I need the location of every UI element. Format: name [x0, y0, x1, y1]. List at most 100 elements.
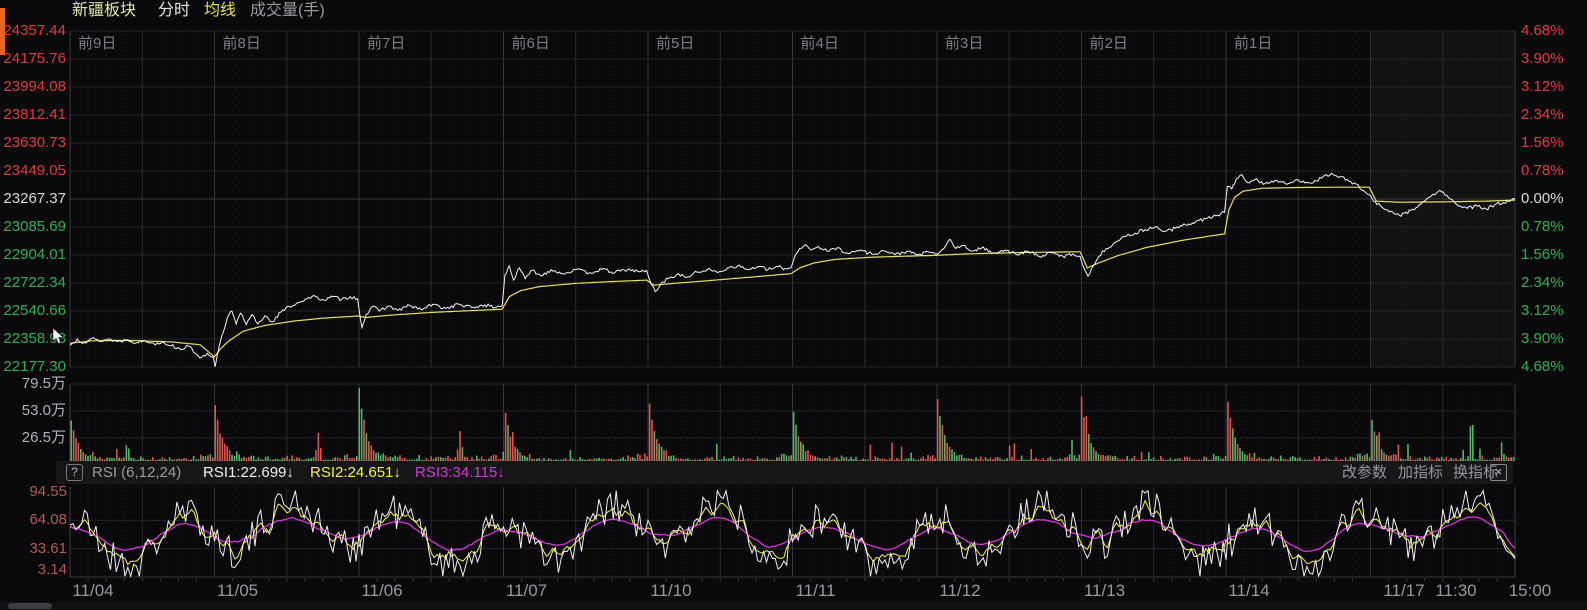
time-label: 15:00 — [1498, 582, 1562, 600]
volume-bar — [368, 441, 370, 461]
time-label: 11:30 — [1424, 582, 1488, 600]
volume-bar — [1069, 454, 1071, 461]
volume-bar — [363, 420, 365, 461]
help-icon[interactable]: ? — [66, 464, 83, 481]
rsi2-value: RSI2:24.651↓ — [310, 464, 401, 481]
pct-axis-label: 3.90% — [1521, 331, 1564, 347]
volume-bar — [1227, 402, 1229, 461]
volume-bar — [1470, 426, 1472, 461]
volume-bar — [946, 443, 948, 461]
volume-bar — [805, 451, 807, 461]
volume-bar — [1088, 434, 1090, 461]
date-label: 11/12 — [928, 582, 992, 600]
edit-params-button[interactable]: 改参数 — [1342, 464, 1387, 481]
volume-bar — [1366, 454, 1368, 461]
volume-bar — [1378, 432, 1380, 461]
volume-bar — [1081, 396, 1083, 461]
chart-canvas[interactable] — [0, 0, 1587, 610]
volume-bar — [529, 454, 531, 461]
volume-bar — [1086, 416, 1088, 461]
volume-bar — [1371, 420, 1373, 461]
date-label: 11/14 — [1217, 582, 1281, 600]
pct-axis-label: 3.90% — [1521, 51, 1564, 67]
volume-bar — [519, 452, 521, 461]
volume-bar — [1014, 444, 1016, 462]
volume-bar — [73, 430, 75, 461]
volume-bar — [128, 449, 130, 462]
rsi1-value: RSI1:22.699↓ — [203, 464, 294, 481]
pct-axis-label: 2.34% — [1521, 275, 1564, 291]
volume-bar — [1093, 447, 1095, 461]
date-label: 11/05 — [206, 582, 270, 600]
price-axis-label: 23085.69 — [0, 219, 66, 235]
day-label: 前7日 — [367, 36, 405, 52]
volume-bar — [1513, 457, 1515, 461]
volume-bar — [663, 450, 665, 461]
volume-bar — [1148, 452, 1150, 461]
volume-bar — [951, 449, 953, 461]
volume-axis-label: 79.5万 — [0, 376, 66, 392]
volume-bar — [937, 399, 939, 461]
volume-bar — [666, 450, 668, 461]
price-axis-label: 24357.44 — [0, 23, 66, 39]
volume-bar — [570, 450, 572, 461]
day-label: 前6日 — [512, 36, 550, 52]
volume-bar — [1230, 418, 1232, 461]
volume-bar — [1393, 454, 1395, 461]
close-icon[interactable]: × — [1490, 464, 1507, 481]
volume-bar — [1383, 452, 1385, 461]
volume-bar — [1503, 454, 1505, 461]
date-label: 11/06 — [350, 582, 414, 600]
pct-axis-label: 1.56% — [1521, 247, 1564, 263]
volume-bar — [517, 449, 519, 461]
volume-bar — [1237, 444, 1239, 461]
volume-bar — [366, 433, 368, 461]
pct-axis-label: 0.78% — [1521, 219, 1564, 235]
volume-bar — [1407, 444, 1409, 461]
volume-bar — [361, 409, 363, 461]
pct-axis-label: 3.12% — [1521, 303, 1564, 319]
volume-bar — [656, 439, 658, 461]
stock-chart-window: 新疆板块 分时 均线 成交量(手) 24357.4424175.7623994.… — [0, 0, 1587, 610]
volume-bar — [82, 452, 84, 461]
volume-bar — [1239, 448, 1241, 461]
horizontal-scrollbar[interactable] — [0, 602, 1587, 610]
volume-bar — [1359, 454, 1361, 462]
volume-bar — [1254, 453, 1256, 461]
volume-bar — [1501, 442, 1503, 461]
volume-bar — [1071, 440, 1073, 461]
pct-axis-label: 2.34% — [1521, 107, 1564, 123]
volume-bar — [70, 421, 72, 462]
tab-ma-line[interactable]: 均线 — [204, 2, 236, 20]
volume-bar — [800, 442, 802, 461]
tab-volume[interactable]: 成交量(手) — [250, 2, 325, 20]
price-axis-label: 23267.37 — [0, 191, 66, 207]
date-label: 11/07 — [495, 582, 559, 600]
scrollbar-thumb[interactable] — [8, 603, 52, 609]
volume-bar — [1376, 436, 1378, 461]
volume-bar — [1242, 451, 1244, 461]
volume-bar — [85, 454, 87, 461]
volume-bar — [954, 452, 956, 461]
volume-bar — [781, 454, 783, 461]
rsi-axis-label: 94.55 — [0, 484, 67, 500]
pct-axis-label: 0.78% — [1521, 163, 1564, 179]
rsi-toolbar: ? RSI (6,12,24) RSI1:22.699↓ RSI2:24.651… — [56, 461, 1513, 484]
volume-bar — [370, 446, 372, 462]
volume-bar — [1357, 454, 1359, 461]
volume-bar — [1090, 443, 1092, 461]
volume-bar — [1234, 438, 1236, 462]
volume-bar — [651, 420, 653, 461]
tab-timeline[interactable]: 分时 — [158, 2, 190, 20]
price-axis-label: 23812.41 — [0, 107, 66, 123]
rsi3-value: RSI3:34.115↓ — [415, 464, 505, 481]
volume-bar — [457, 450, 459, 462]
volume-bar — [80, 449, 82, 461]
rsi-indicator-name: RSI (6,12,24) — [92, 464, 181, 481]
price-axis-label: 22177.30 — [0, 359, 66, 375]
volume-bar — [459, 431, 461, 461]
add-indicator-button[interactable]: 加指标 — [1398, 464, 1443, 481]
volume-bar — [654, 431, 656, 461]
price-axis-label: 22540.66 — [0, 303, 66, 319]
volume-bar — [661, 447, 663, 461]
